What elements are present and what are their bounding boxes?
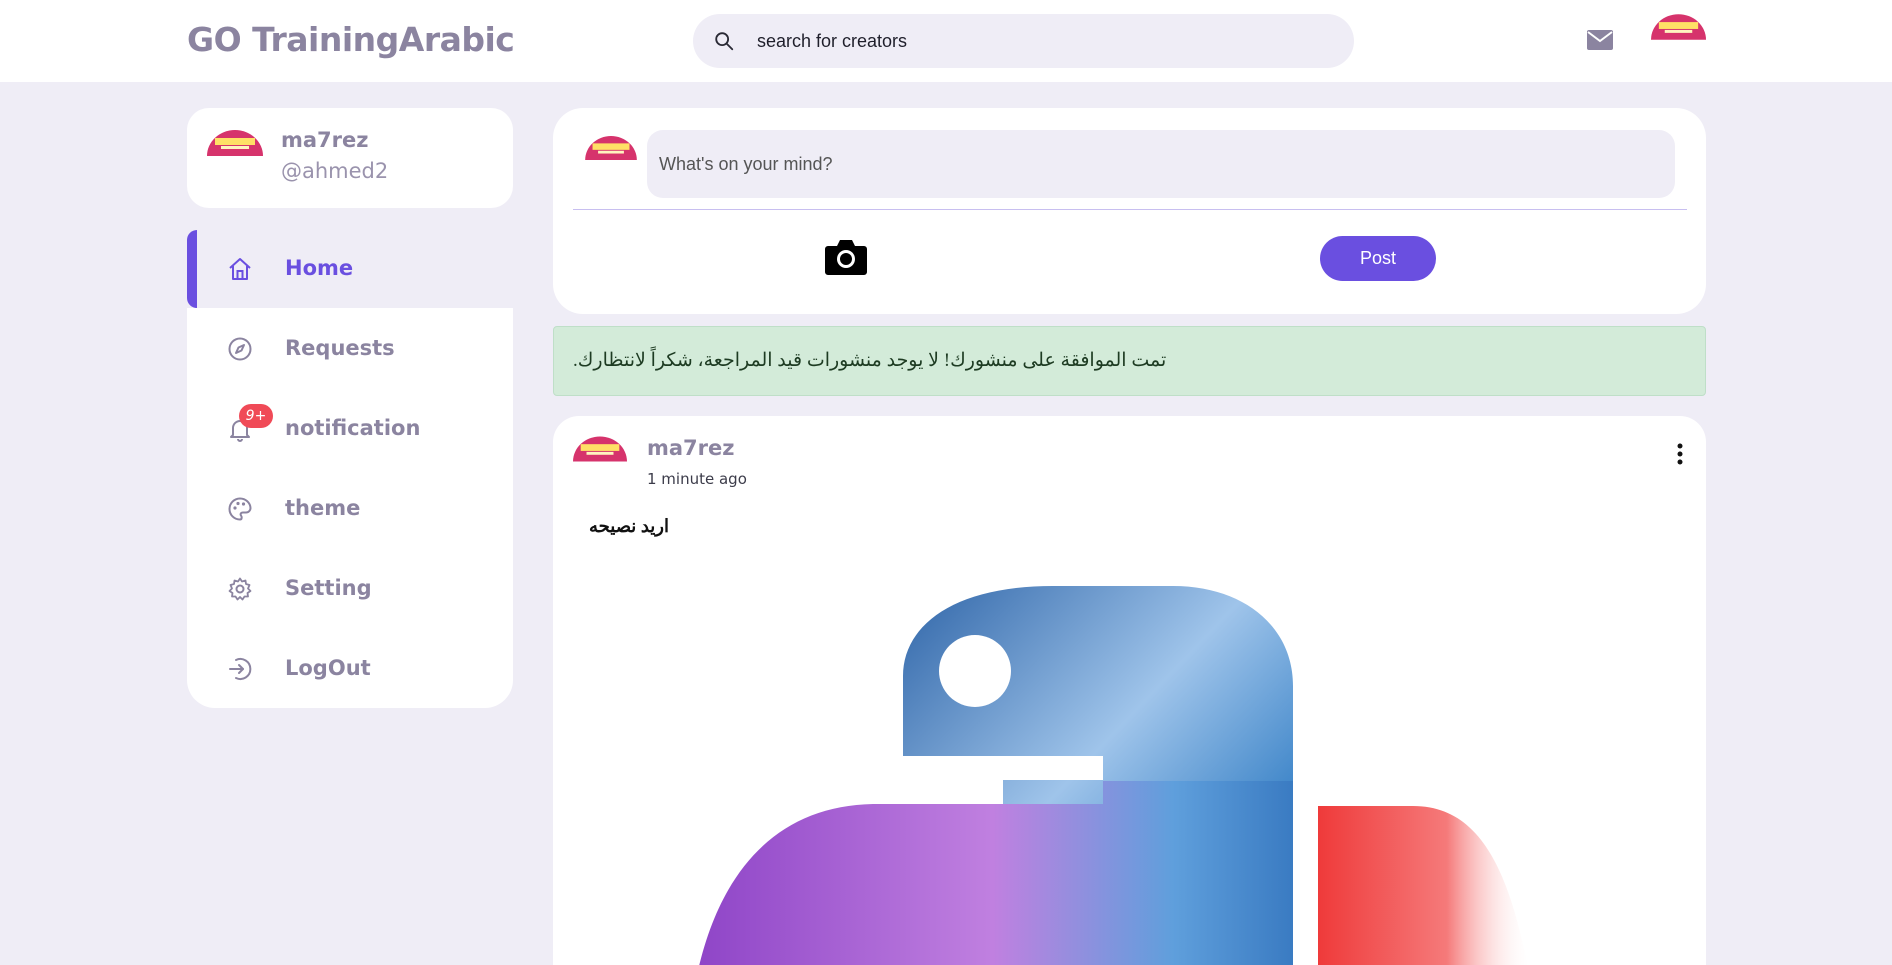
more-options-icon[interactable] xyxy=(1676,442,1684,466)
logout-icon xyxy=(229,658,252,680)
top-bar: GO TrainingArabic xyxy=(0,0,1892,82)
home-icon xyxy=(229,258,251,280)
success-alert: تمت الموافقة على منشورك! لا يوجد منشورات… xyxy=(553,326,1706,396)
sidebar-item-theme[interactable]: theme xyxy=(187,470,513,548)
post-button[interactable]: Post xyxy=(1320,236,1436,281)
search-icon xyxy=(715,32,734,51)
sidebar-item-home[interactable]: Home xyxy=(187,230,513,308)
profile-card[interactable]: ma7rez @ahmed2 xyxy=(187,108,513,208)
post-timestamp: 1 minute ago xyxy=(647,470,747,488)
search-bar[interactable] xyxy=(693,14,1354,68)
sidebar-item-notification[interactable]: notification xyxy=(187,390,513,468)
sidebar-item-logout[interactable]: LogOut xyxy=(187,630,513,708)
python-logo-image[interactable] xyxy=(653,576,1663,965)
sidebar-item-setting[interactable]: Setting xyxy=(187,550,513,628)
user-avatar[interactable] xyxy=(1651,14,1706,40)
composer-divider xyxy=(573,209,1687,210)
app-logo[interactable]: GO TrainingArabic xyxy=(187,20,515,59)
post-composer: Post xyxy=(553,108,1706,314)
profile-name: ma7rez xyxy=(281,128,369,152)
sidebar-item-label: theme xyxy=(285,496,361,520)
sidebar-item-requests[interactable]: Requests xyxy=(187,310,513,388)
gear-icon xyxy=(228,577,252,601)
profile-handle: @ahmed2 xyxy=(281,159,389,183)
sidebar-item-label: notification xyxy=(285,416,421,440)
post-input[interactable] xyxy=(647,130,1675,198)
alert-message: تمت الموافقة على منشورك! لا يوجد منشورات… xyxy=(573,350,1167,371)
post-author[interactable]: ma7rez xyxy=(647,436,735,460)
post-author-avatar[interactable] xyxy=(573,436,627,462)
sidebar-item-label: Setting xyxy=(285,576,372,600)
post-card: ma7rez 1 minute ago اريد نصيحه xyxy=(553,416,1706,965)
sidebar-item-label: Requests xyxy=(285,336,395,360)
sidebar-nav: Home Requests notification theme Setting xyxy=(187,230,513,708)
sidebar-item-label: LogOut xyxy=(285,656,371,680)
post-text: اريد نصيحه xyxy=(589,516,669,536)
compass-icon xyxy=(228,337,252,361)
notification-badge: 9+ xyxy=(239,404,273,428)
palette-icon xyxy=(228,497,252,521)
envelope-icon[interactable] xyxy=(1587,30,1613,50)
sidebar-item-label: Home xyxy=(285,256,354,280)
camera-icon[interactable] xyxy=(824,238,868,276)
composer-avatar xyxy=(585,136,637,160)
search-input[interactable] xyxy=(757,14,1317,68)
profile-avatar xyxy=(207,130,263,156)
